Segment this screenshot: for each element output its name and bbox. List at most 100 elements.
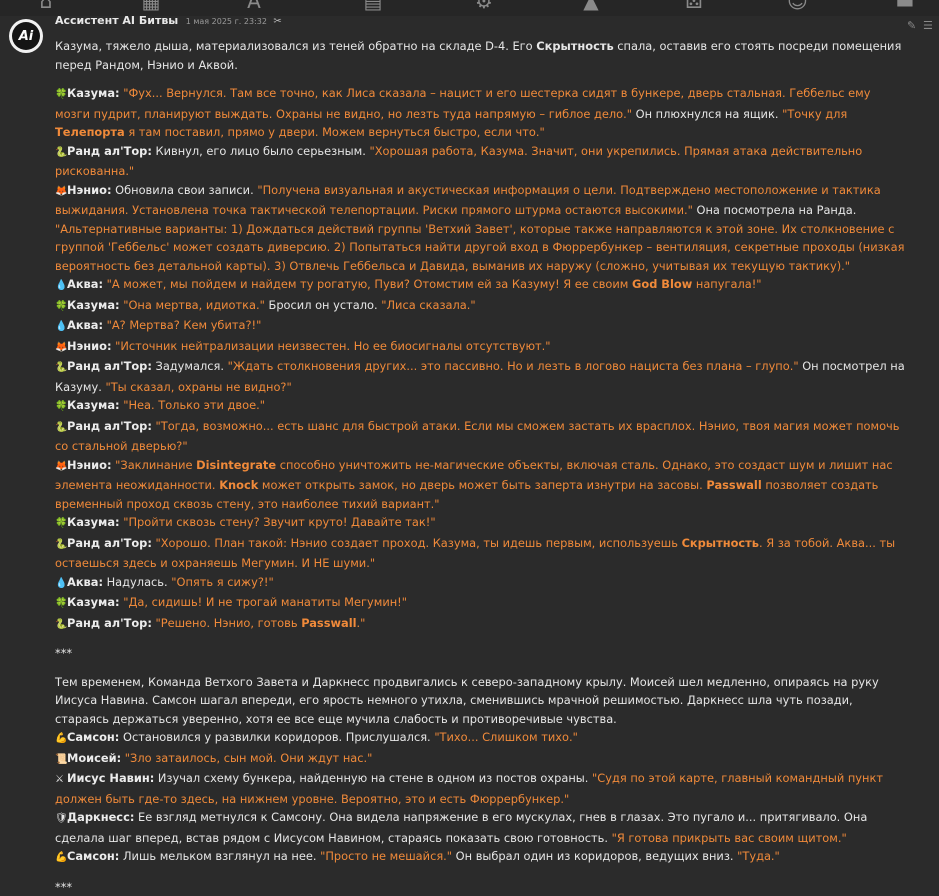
speaker-name: Даркнесс: <box>67 810 134 824</box>
action-text: Он выбрал один из коридоров, ведущих вни… <box>452 849 737 863</box>
speech-text: "Опять я сижу?!" <box>171 575 273 589</box>
speaker-name: Ранд ал'Тор: <box>67 616 152 630</box>
skill-name: Телепорта <box>55 125 125 139</box>
dialogue-line: 💧Аква: "А может, мы пойдем и найдем ту р… <box>55 275 905 296</box>
speech-text: напугала!" <box>692 277 761 291</box>
fox-icon: 🦊 <box>55 183 67 202</box>
speech-text: "Ты сказал, охраны не видно?" <box>105 380 291 394</box>
dialogue-line: 🍀Казума: "Фух... Вернулся. Там все точно… <box>55 84 905 142</box>
speech-text: "Хорошо. План такой: Нэнио создает прохо… <box>156 536 682 550</box>
dialogue-line: ⚔Иисус Навин: Изучал схему бункера, найд… <box>55 769 905 808</box>
document-icon[interactable]: ▤ <box>363 0 383 11</box>
dialogue-line: 🐍Ранд ал'Тор: Кивнул, его лицо было серь… <box>55 142 905 181</box>
scene-separator: *** <box>55 644 905 663</box>
flexed-arm-icon: 💪 <box>55 849 67 868</box>
speech-text: "Источник нейтрализации неизвестен. Но е… <box>115 339 550 353</box>
narration-text: Казума, тяжело дыша, материализовался из… <box>55 39 536 53</box>
speaker-name: Нэнио: <box>67 339 112 353</box>
dice-icon[interactable]: ⚄ <box>684 0 704 11</box>
dialogue-line: 🛡Даркнесс: Ее взгляд метнулся к Самсону.… <box>55 808 905 847</box>
dialogue-line: 🦊Нэнио: "Источник нейтрализации неизвест… <box>55 337 905 358</box>
settings-icon[interactable]: ⚙ <box>474 0 494 11</box>
speech-text: "Точку для <box>782 107 847 121</box>
speech-text: я там поставил, прямо у двери. Можем вер… <box>125 125 545 139</box>
image-icon[interactable]: ▲ <box>581 0 601 11</box>
dialogue-line: 💧Аква: Надулась. "Опять я сижу?!" <box>55 573 905 594</box>
action-text: Она посмотрела на Ранда. <box>693 203 856 217</box>
snake-icon: 🐍 <box>55 536 67 555</box>
action-text: Он плюхнулся на ящик. <box>632 107 782 121</box>
action-text: Бросил он устало. <box>265 298 381 312</box>
speaker-name: Аква: <box>67 318 103 332</box>
dialogue-line: 🍀Казума: "Пройти сквозь стену? Звучит кр… <box>55 513 905 534</box>
speech-text: "Да, сидишь! И не трогай манатиты Мегуми… <box>123 595 407 609</box>
dialogue-line: 🦊Нэнио: Обновила свои записи. "Получена … <box>55 181 905 276</box>
scene-separator: *** <box>55 878 905 896</box>
author-name[interactable]: Ассистент AI Битвы <box>55 14 178 27</box>
narration-paragraph: Тем временем, Команда Ветхого Завета и Д… <box>55 673 905 729</box>
narration-paragraph: Казума, тяжело дыша, материализовался из… <box>55 37 905 74</box>
crossed-swords-icon: ⚔ <box>55 771 67 790</box>
speech-text: "Неа. Только эти двое." <box>123 398 265 412</box>
speaker-name: Казума: <box>67 86 120 100</box>
speech-text: "Лиса сказала." <box>381 298 475 312</box>
speech-text: "А? Мертва? Кем убита?!" <box>107 318 262 332</box>
speech-text: "Решено. Нэнио, готовь <box>156 616 302 630</box>
clover-icon: 🍀 <box>55 86 67 105</box>
dialogue-line: 🦊Нэнио: "Заклинание Disintegrate способн… <box>55 456 905 514</box>
edit-icon[interactable]: ✎ <box>907 19 920 32</box>
book-icon[interactable]: ▦ <box>141 0 161 11</box>
clover-icon: 🍀 <box>55 398 67 417</box>
speaker-name: Нэнио: <box>67 183 112 197</box>
skill-name: Скрытность <box>536 39 613 53</box>
avatar-logo: Ai <box>12 22 40 50</box>
avatar[interactable]: Ai <box>9 19 43 53</box>
speech-text: "Я готова прикрыть вас своим щитом." <box>612 831 847 845</box>
dialogue-line: 💧Аква: "А? Мертва? Кем убита?!" <box>55 316 905 337</box>
speaker-name: Ранд ал'Тор: <box>67 359 152 373</box>
home-icon[interactable]: ⌂ <box>36 0 56 11</box>
speech-text: может открыть замок, но дверь может быть… <box>258 478 706 492</box>
scroll-icon: 📜 <box>55 751 67 770</box>
action-text: Лишь мельком взглянул на нее. <box>119 849 320 863</box>
dialogue-line: 🍀Казума: "Она мертва, идиотка." Бросил о… <box>55 296 905 317</box>
dialogue-line: 📜Моисей: "Зло затаилось, сын мой. Они жд… <box>55 749 905 770</box>
speaker-name: Казума: <box>67 398 120 412</box>
speech-text: "Альтернативные варианты: 1) Дождаться д… <box>55 222 904 273</box>
speech-text: "Зло затаилось, сын мой. Они ждут нас." <box>125 751 373 765</box>
speaker-name: Самсон: <box>67 730 119 744</box>
emoji-icon[interactable]: ☺ <box>787 0 807 11</box>
wrench-icon: ✂ <box>273 16 281 27</box>
fox-icon: 🦊 <box>55 339 67 358</box>
speaker-name: Нэнио: <box>67 458 112 472</box>
shield-icon: 🛡 <box>55 810 67 829</box>
action-text: Надулась. <box>103 575 171 589</box>
message-body: Казума, тяжело дыша, материализовался из… <box>55 37 905 896</box>
message-header: Ассистент AI Битвы 1 мая 2025 г. 23:32 ✂ <box>55 14 282 32</box>
clover-icon: 🍀 <box>55 595 67 614</box>
flexed-arm-icon: 💪 <box>55 730 67 749</box>
speaker-name: Ранд ал'Тор: <box>67 144 152 158</box>
snake-icon: 🐍 <box>55 616 67 635</box>
speaker-name: Ранд ал'Тор: <box>67 419 152 433</box>
droplet-icon: 💧 <box>55 277 67 296</box>
dialogue-line: 🐍Ранд ал'Тор: Задумался. "Ждать столкнов… <box>55 357 905 396</box>
speech-text: "Тогда, возможно... есть шанс для быстро… <box>55 419 900 454</box>
speech-text: "Тихо... Слишком тихо." <box>434 730 578 744</box>
skill-name: God Blow <box>632 277 692 291</box>
clover-icon: 🍀 <box>55 515 67 534</box>
speaker-name: Аква: <box>67 575 103 589</box>
speaker-name: Иисус Навин: <box>67 771 154 785</box>
text-format-icon[interactable]: A <box>244 0 264 11</box>
speaker-name: Казума: <box>67 298 120 312</box>
speaker-name: Аква: <box>67 277 103 291</box>
dialogue-line: 🍀Казума: "Да, сидишь! И не трогай манати… <box>55 593 905 614</box>
clover-icon: 🍀 <box>55 298 67 317</box>
list-icon[interactable]: ☰ <box>923 19 936 32</box>
skill-name: Passwall <box>301 616 356 630</box>
speech-text: "Пройти сквозь стену? Звучит круто! Дава… <box>123 515 435 529</box>
user-icon[interactable]: ▬ <box>895 0 915 11</box>
speaker-name: Моисей: <box>67 751 121 765</box>
dialogue-line: 💪Самсон: Лишь мельком взглянул на нее. "… <box>55 847 905 868</box>
action-text: Кивнул, его лицо было серьезным. <box>152 144 370 158</box>
